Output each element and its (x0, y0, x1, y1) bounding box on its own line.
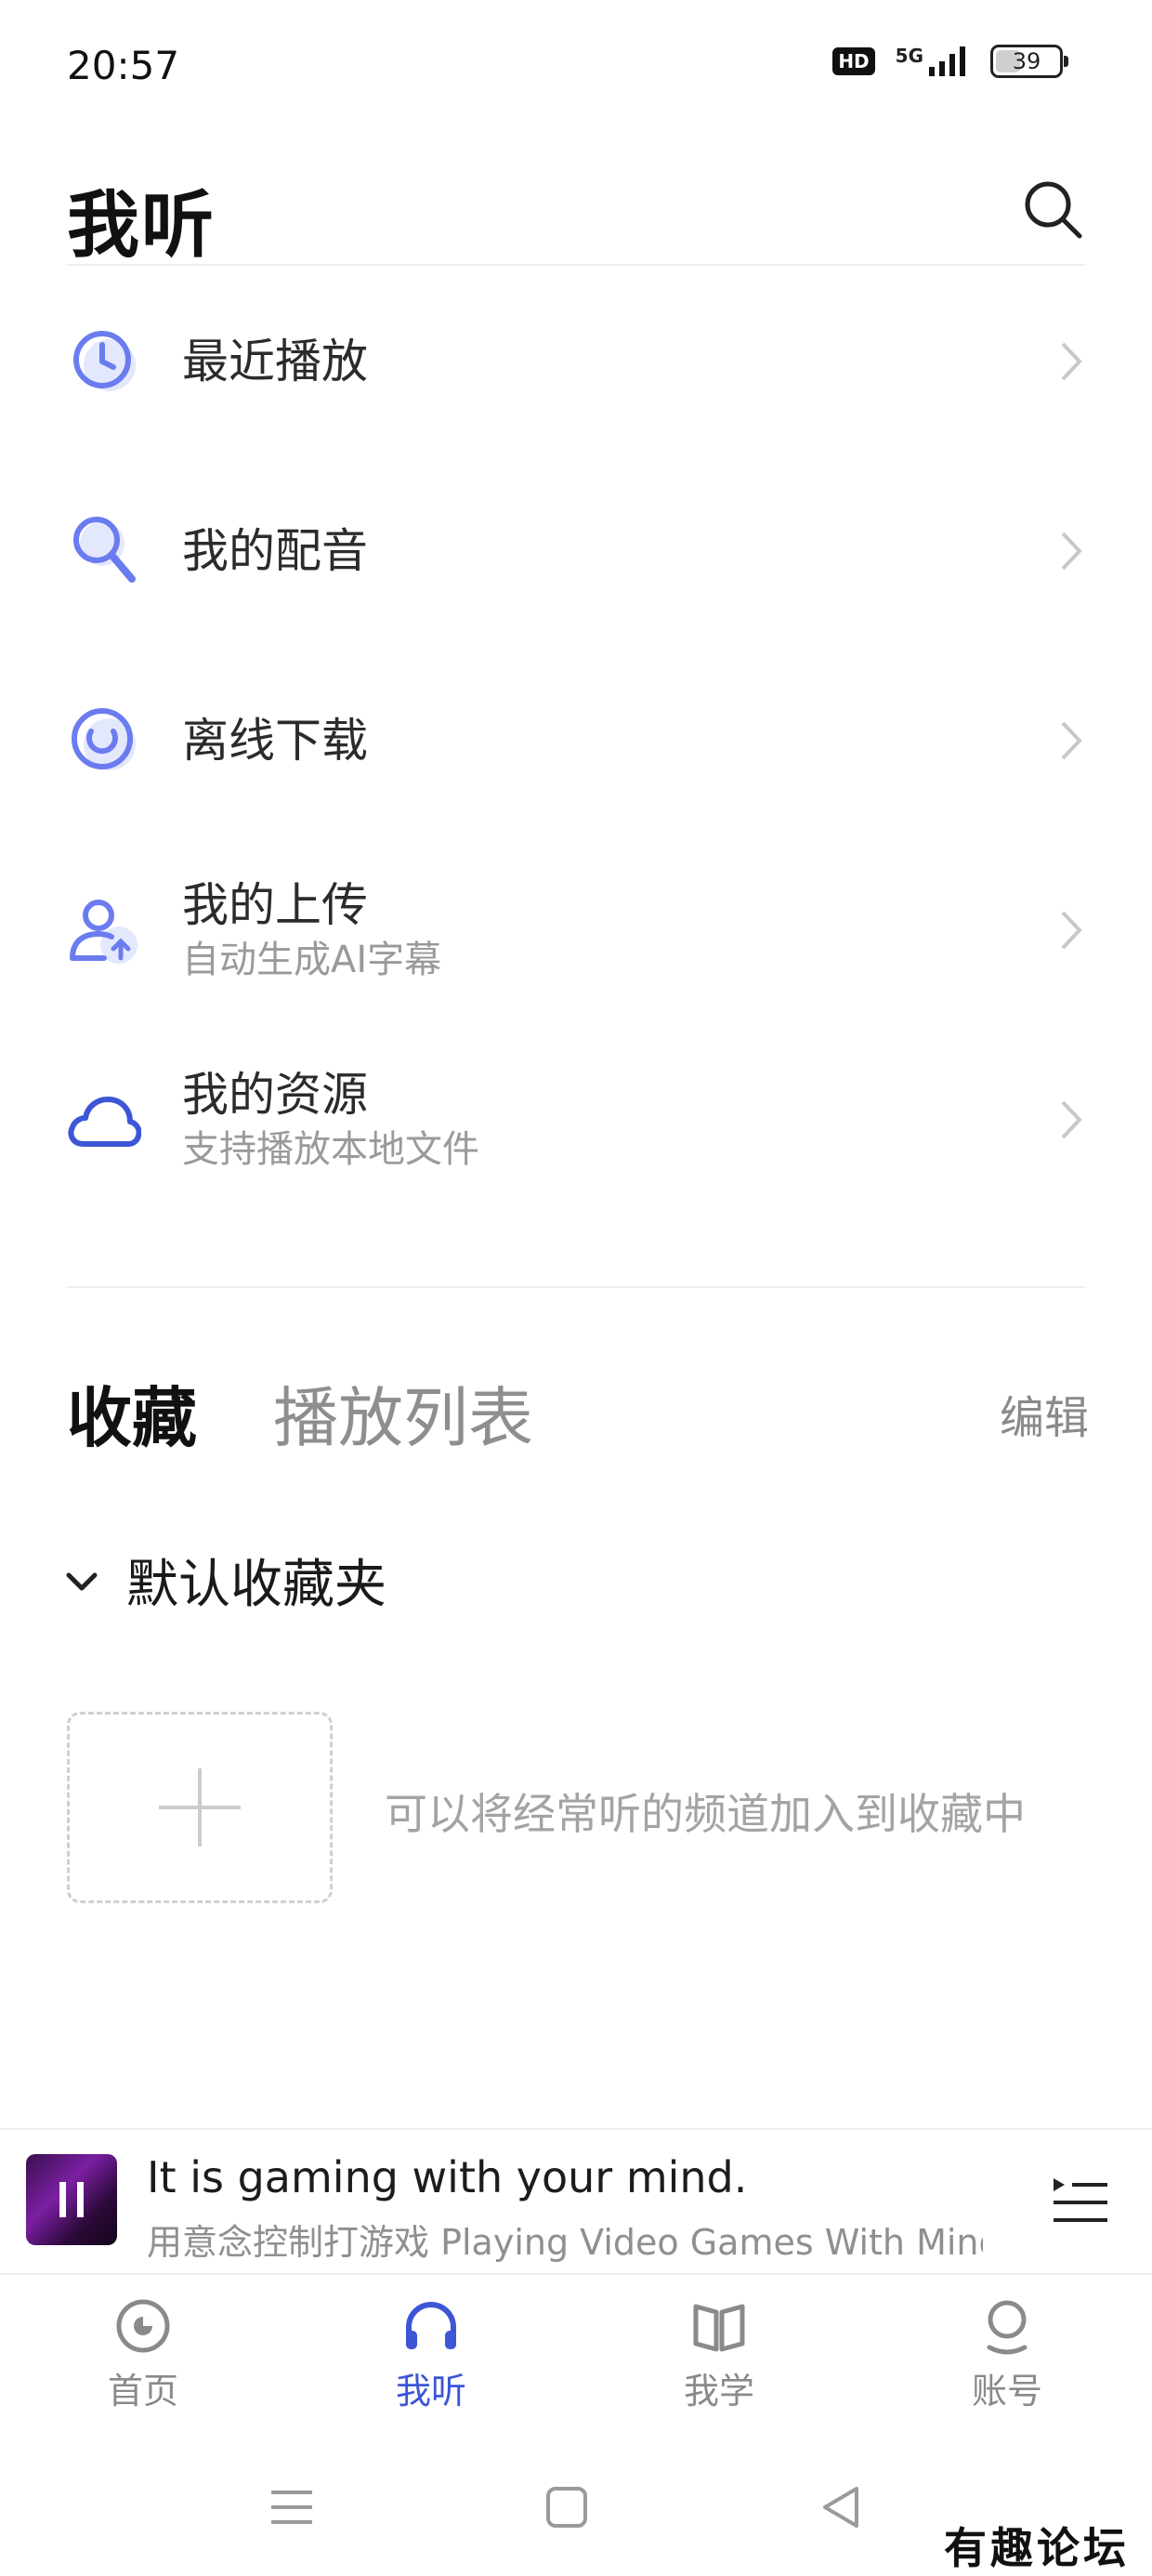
nav-learn[interactable]: 我学 (645, 2295, 793, 2413)
clock-icon (73, 331, 136, 391)
menu-label: 我的上传 (182, 878, 368, 932)
header-divider (67, 264, 1085, 266)
track-subtitle[interactable]: 用意念控制打游戏 Playing Video Games With Mind..… (147, 2214, 983, 2265)
menu-label: 我的资源 (182, 1068, 368, 1122)
empty-hint: 可以将经常听的频道加入到收藏中 (385, 1789, 1026, 1839)
menu-lines-icon (271, 2491, 312, 2524)
user-upload-icon (70, 900, 137, 964)
plus-icon (159, 1768, 241, 1847)
chevron-right-icon (1061, 342, 1082, 381)
headphones-icon (406, 2302, 456, 2349)
cloud-icon (68, 1097, 141, 1147)
chevron-down-icon (66, 1572, 98, 1590)
menu-sublabel: 支持播放本地文件 (182, 1128, 479, 1171)
playlist-icon (1054, 2178, 1107, 2222)
edit-button[interactable]: 编辑 (1000, 1381, 1089, 1446)
nav-label: 首页 (107, 2371, 178, 2412)
search-button[interactable] (1020, 177, 1085, 242)
menu-item-offline-download[interactable]: 离线下载 (67, 662, 1085, 820)
folder-label: 默认收藏夹 (126, 1555, 386, 1615)
search-icon (1025, 181, 1082, 239)
playlist-button[interactable] (1048, 2169, 1113, 2234)
system-home-button[interactable] (541, 2481, 593, 2533)
account-icon (987, 2300, 1028, 2355)
status-icons: HD 5G 39 (832, 45, 1068, 78)
nav-listen[interactable]: 我听 (357, 2295, 505, 2413)
track-cover[interactable] (26, 2154, 117, 2245)
chevron-right-icon (1061, 1100, 1082, 1139)
download-icon (72, 708, 136, 770)
tab-favorites[interactable]: 收藏 (67, 1366, 197, 1460)
chevron-right-icon (1061, 911, 1082, 950)
menu-item-dubbing[interactable]: 我的配音 (67, 472, 1085, 630)
menu-label: 最近播放 (182, 335, 368, 388)
nav-account[interactable]: 账号 (933, 2295, 1081, 2413)
menu-item-uploads[interactable]: 我的上传 自动生成AI字幕 (67, 851, 1085, 1009)
status-time: 20:57 (67, 43, 180, 88)
chevron-right-icon (1061, 532, 1082, 571)
menu-sublabel: 自动生成AI字幕 (182, 939, 442, 981)
hd-badge: HD (832, 47, 875, 75)
nav-home[interactable]: 首页 (69, 2295, 217, 2413)
page-title: 我听 (67, 184, 216, 268)
square-icon (546, 2487, 587, 2528)
system-back-button[interactable] (816, 2481, 868, 2533)
back-triangle-icon (823, 2487, 858, 2528)
chevron-right-icon (1061, 721, 1082, 760)
pause-icon (59, 2182, 84, 2217)
menu-label: 我的配音 (182, 524, 368, 578)
home-disc-icon (116, 2299, 170, 2353)
battery-level: 39 (1012, 48, 1041, 74)
default-folder-toggle[interactable]: 默认收藏夹 (63, 1543, 386, 1618)
signal-icon: 5G (896, 45, 970, 78)
menu-label: 离线下载 (182, 714, 368, 768)
nav-label: 我听 (395, 2371, 466, 2412)
battery-icon: 39 (990, 45, 1068, 78)
book-icon (693, 2304, 745, 2352)
section-divider (67, 1286, 1085, 1288)
tab-playlist[interactable]: 播放列表 (273, 1366, 533, 1460)
network-type: 5G (895, 45, 923, 67)
menu-item-resources[interactable]: 我的资源 支持播放本地文件 (67, 1041, 1085, 1199)
nav-label: 我学 (683, 2371, 754, 2412)
watermark: 有趣论坛 (944, 2523, 1130, 2573)
nav-divider (0, 2273, 1152, 2275)
player-divider (0, 2128, 1152, 2130)
nav-label: 账号 (971, 2371, 1042, 2412)
microphone-icon (73, 517, 136, 583)
system-menu-button[interactable] (266, 2481, 318, 2533)
track-title[interactable]: It is gaming with your mind. (147, 2152, 747, 2202)
menu-item-recent[interactable]: 最近播放 (67, 283, 1085, 440)
add-favorite-button[interactable] (67, 1712, 333, 1903)
